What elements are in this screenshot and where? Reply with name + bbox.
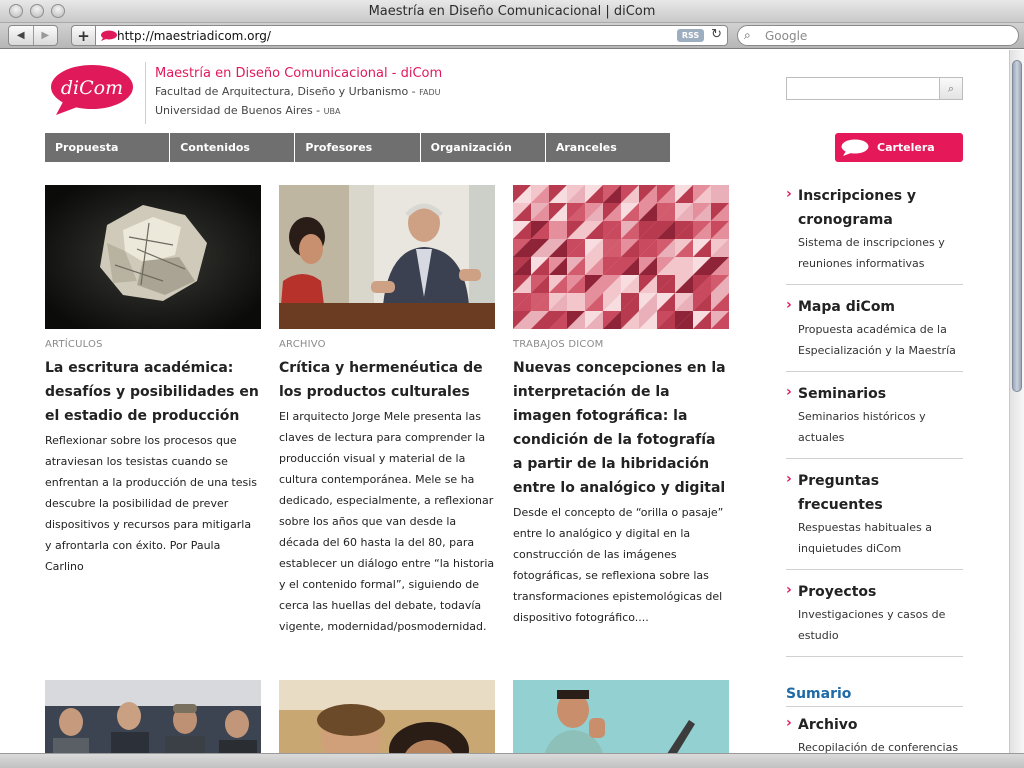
back-arrow-icon: ◀ xyxy=(16,30,25,41)
faculty-line: Facultad de Arquitectura, Diseño y Urban… xyxy=(155,85,441,98)
reload-icon[interactable]: ↻ xyxy=(711,27,722,42)
sidebar-item-preguntas[interactable]: › Preguntas frecuentes Respuestas habitu… xyxy=(786,469,963,570)
chevron-right-icon: › xyxy=(786,715,792,731)
chevron-right-icon: › xyxy=(786,384,792,400)
window-titlebar: Maestría en Diseño Comunicacional | diCo… xyxy=(0,0,1024,23)
site-search-input[interactable] xyxy=(786,77,940,100)
scrollbar-thumb[interactable] xyxy=(1012,60,1022,392)
sumario-heading[interactable]: Sumario xyxy=(786,686,963,707)
url-text: http://maestriadicom.org/ xyxy=(117,29,271,43)
sidebar-item-title[interactable]: Seminarios xyxy=(786,382,963,406)
article-image-conversation[interactable] xyxy=(279,185,495,329)
browser-search-placeholder: Google xyxy=(765,29,808,43)
sidebar-item-title[interactable]: Preguntas frecuentes xyxy=(786,469,963,517)
sumario-item-title[interactable]: Archivo xyxy=(786,713,963,737)
status-bar xyxy=(0,753,1024,768)
article-image-mosaic[interactable] xyxy=(513,185,729,329)
search-icon: ⌕ xyxy=(947,81,955,95)
main-nav: Propuesta Contenidos Profesores Organiza… xyxy=(45,133,671,162)
chevron-right-icon: › xyxy=(786,186,792,202)
article-title[interactable]: Crítica y hermenéutica de los productos … xyxy=(279,356,495,404)
sidebar-item-title[interactable]: Mapa diCom xyxy=(786,295,963,319)
favicon-icon xyxy=(101,30,117,41)
sidebar-item-desc: Propuesta académica de la Especializació… xyxy=(798,323,956,357)
sidebar-item-title[interactable]: Proyectos xyxy=(786,580,963,604)
add-bookmark-button[interactable]: + xyxy=(71,25,95,46)
article-card: ARTÍCULOS La escritura académica: desafí… xyxy=(45,185,261,577)
sidebar-item-desc: Sistema de inscripciones y reuniones inf… xyxy=(798,236,945,270)
dicom-logo[interactable]: diCom xyxy=(50,64,134,116)
article-title[interactable]: Nuevas concepciones en la interpretación… xyxy=(513,356,729,500)
chevron-right-icon: › xyxy=(786,471,792,487)
cartelera-button[interactable]: Cartelera xyxy=(835,133,963,162)
faculty-name: Facultad de Arquitectura, Diseño y Urban… xyxy=(155,85,420,98)
article-summary: Reflexionar sobre los procesos que atrav… xyxy=(45,434,258,573)
nav-propuesta[interactable]: Propuesta xyxy=(45,133,170,162)
nav-profesores[interactable]: Profesores xyxy=(294,133,420,162)
article-image-group-photo[interactable] xyxy=(45,680,261,753)
sidebar-item-desc: Investigaciones y casos de estudio xyxy=(798,608,946,642)
article-category[interactable]: ARTÍCULOS xyxy=(45,339,261,350)
article-summary: El arquitecto Jorge Mele presenta las cl… xyxy=(279,410,495,633)
browser-search-field[interactable]: ⌕ Google xyxy=(737,25,1019,46)
article-summary: Desde el concepto de “orilla o pasaje” e… xyxy=(513,506,724,624)
university-name: Universidad de Buenos Aires - xyxy=(155,104,324,117)
sidebar-item-desc: Respuestas habituales a inquietudes diCo… xyxy=(798,521,932,555)
sidebar-item-proyectos[interactable]: › Proyectos Investigaciones y casos de e… xyxy=(786,580,963,657)
site-title[interactable]: Maestría en Diseño Comunicacional - diCo… xyxy=(155,66,442,81)
article-image-crumpled-paper[interactable] xyxy=(45,185,261,329)
site-search-button[interactable]: ⌕ xyxy=(939,77,963,100)
history-buttons: ◀ ▶ xyxy=(8,25,58,46)
article-image-portrait[interactable] xyxy=(279,680,495,753)
faculty-abbr: FADU xyxy=(419,88,441,97)
nav-aranceles[interactable]: Aranceles xyxy=(544,133,671,162)
nav-contenidos[interactable]: Contenidos xyxy=(169,133,295,162)
sidebar-item-desc: Seminarios históricos y actuales xyxy=(798,410,926,444)
chevron-right-icon: › xyxy=(786,297,792,313)
forward-arrow-icon: ▶ xyxy=(41,30,50,41)
sidebar-item-mapa[interactable]: › Mapa diCom Propuesta académica de la E… xyxy=(786,295,963,372)
article-category[interactable]: ARCHIVO xyxy=(279,339,495,350)
sidebar-item-inscripciones[interactable]: › Inscripciones y cronograma Sistema de … xyxy=(786,184,963,285)
article-card: ARCHIVO Crítica y hermenéutica de los pr… xyxy=(279,185,495,637)
speech-bubble-icon xyxy=(841,139,869,156)
cartelera-label: Cartelera xyxy=(877,141,935,154)
sidebar-item-seminarios[interactable]: › Seminarios Seminarios históricos y act… xyxy=(786,382,963,459)
logo-text: diCom xyxy=(61,77,123,99)
article-category[interactable]: TRABAJOS DICOM xyxy=(513,339,729,350)
plus-icon: + xyxy=(77,26,90,45)
article-image-thumbs-up[interactable] xyxy=(513,680,729,753)
sidebar-item-title[interactable]: Inscripciones y cronograma xyxy=(786,184,963,232)
vertical-scrollbar[interactable] xyxy=(1009,50,1024,753)
sumario-item-archivo[interactable]: › Archivo Recopilación de conferencias xyxy=(786,713,963,753)
sumario-section: Sumario › Archivo Recopilación de confer… xyxy=(786,686,963,753)
university-abbr: UBA xyxy=(323,107,341,116)
forward-button[interactable]: ▶ xyxy=(32,26,58,45)
page-viewport: diCom Maestría en Diseño Comunicacional … xyxy=(0,50,1009,753)
rss-button[interactable]: RSS xyxy=(677,29,704,42)
sumario-item-desc: Recopilación de conferencias xyxy=(798,741,959,753)
article-card: TRABAJOS DICOM Nuevas concepciones en la… xyxy=(513,185,729,628)
article-title[interactable]: La escritura académica: desafíos y posib… xyxy=(45,356,261,428)
search-icon: ⌕ xyxy=(744,28,751,42)
address-bar[interactable]: http://maestriadicom.org/ RSS ↻ xyxy=(95,25,728,46)
browser-toolbar: ◀ ▶ + http://maestriadicom.org/ RSS ↻ ⌕ … xyxy=(0,23,1024,49)
chevron-right-icon: › xyxy=(786,582,792,598)
window-title: Maestría en Diseño Comunicacional | diCo… xyxy=(368,4,656,19)
university-line: Universidad de Buenos Aires - UBA xyxy=(155,104,340,117)
header-divider xyxy=(145,62,146,124)
sidebar: › Inscripciones y cronograma Sistema de … xyxy=(786,184,963,667)
nav-organizacion[interactable]: Organización xyxy=(419,133,545,162)
back-button[interactable]: ◀ xyxy=(9,26,33,45)
